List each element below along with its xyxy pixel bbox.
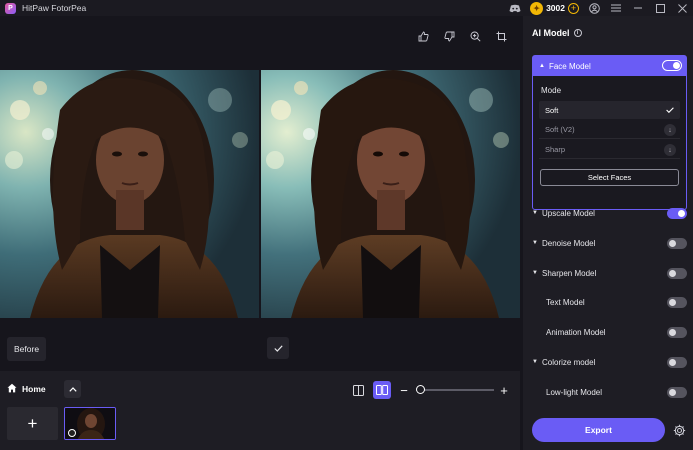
thumbs-up-icon[interactable] (410, 28, 436, 44)
export-button[interactable]: Export (532, 418, 665, 442)
checkmark-icon (273, 344, 283, 352)
upscale-model-toggle[interactable] (667, 208, 687, 219)
zoom-slider-handle[interactable] (416, 385, 425, 394)
model-row-text[interactable]: Text Model (532, 295, 687, 309)
add-image-button[interactable]: + (7, 407, 58, 440)
home-button[interactable]: Home (7, 380, 46, 398)
panel-title-text: AI Model (532, 28, 570, 38)
download-icon[interactable]: ↓ (664, 124, 676, 136)
title-bar: P HitPaw FotorPea ✦ 3002 + (0, 0, 693, 16)
model-row-sharpen[interactable]: ▼ Sharpen Model (532, 266, 687, 280)
model-label: Denoise Model (542, 238, 596, 248)
model-label: Text Model (546, 297, 585, 307)
info-icon[interactable]: i (573, 29, 582, 37)
preview-canvas: Before (0, 16, 520, 371)
title-bar-controls: ✦ 3002 + (504, 0, 693, 16)
mode-option-soft[interactable]: Soft (539, 101, 680, 119)
discord-icon[interactable] (504, 0, 526, 16)
close-icon[interactable] (671, 0, 693, 16)
preview-toolbar (410, 28, 514, 44)
before-image[interactable] (0, 70, 259, 318)
colorize-model-toggle[interactable] (667, 357, 687, 368)
minimize-icon[interactable] (627, 0, 649, 16)
coin-count: 3002 (546, 3, 565, 13)
caret-down-icon: ▼ (532, 240, 538, 246)
home-icon (7, 383, 17, 395)
bottom-bar: Home − + + (0, 371, 520, 450)
ai-model-panel: AI Model i ▲ Face Model Mode Soft Soft (… (523, 16, 693, 450)
thumbnail-status-icon (68, 429, 76, 437)
coin-icon: ✦ (530, 1, 544, 15)
mode-label: Mode (541, 86, 562, 95)
image-thumbnail[interactable] (64, 407, 116, 440)
mode-option-soft-v2[interactable]: Soft (V2) ↓ (539, 121, 680, 139)
account-icon[interactable] (583, 0, 605, 16)
checkmark-icon (664, 104, 676, 116)
apply-button[interactable] (267, 337, 289, 359)
download-icon[interactable]: ↓ (664, 144, 676, 156)
zoom-out-button[interactable]: − (398, 382, 410, 398)
face-model-toggle[interactable] (662, 60, 682, 71)
text-model-toggle[interactable] (667, 297, 687, 308)
model-label: Upscale Model (542, 208, 595, 218)
zoom-slider-track[interactable] (416, 389, 494, 391)
gear-icon (673, 424, 685, 436)
face-model-header[interactable]: ▲ Face Model (533, 56, 686, 76)
app-title: HitPaw FotorPea (22, 3, 87, 13)
model-row-upscale[interactable]: ▼ Upscale Model (532, 206, 687, 220)
caret-down-icon: ▼ (532, 359, 538, 365)
maximize-icon[interactable] (649, 0, 671, 16)
coin-balance[interactable]: ✦ 3002 + (530, 1, 579, 15)
model-row-low-light[interactable]: Low-light Model (532, 385, 687, 399)
caret-down-icon: ▼ (532, 270, 538, 276)
home-label: Home (22, 384, 46, 394)
before-toggle-button[interactable]: Before (7, 337, 47, 361)
face-model-label: Face Model (548, 61, 591, 71)
split-view-icon (376, 385, 388, 395)
face-model-card: ▲ Face Model Mode Soft Soft (V2) ↓ Sharp… (532, 55, 687, 210)
model-label: Low-light Model (546, 387, 603, 397)
denoise-model-toggle[interactable] (667, 238, 687, 249)
caret-up-icon: ▲ (539, 63, 545, 69)
add-coins-icon[interactable]: + (568, 2, 579, 14)
model-label: Colorize model (542, 357, 596, 367)
zoom-in-button[interactable]: + (498, 382, 510, 398)
menu-icon[interactable] (605, 0, 627, 16)
zoom-in-icon[interactable] (462, 28, 488, 44)
thumbs-down-icon[interactable] (436, 28, 462, 44)
model-row-colorize[interactable]: ▼ Colorize model (532, 355, 687, 369)
settings-button[interactable] (671, 422, 687, 438)
single-view-icon (352, 384, 364, 396)
model-row-denoise[interactable]: ▼ Denoise Model (532, 236, 687, 250)
model-label: Animation Model (546, 327, 606, 337)
mode-option-sharp[interactable]: Sharp ↓ (539, 141, 680, 159)
model-label: Sharpen Model (542, 268, 597, 278)
app-window: P HitPaw FotorPea ✦ 3002 + Before Home −… (0, 0, 693, 450)
model-row-animation[interactable]: Animation Model (532, 325, 687, 339)
collapse-tray-button[interactable] (64, 380, 81, 398)
panel-title: AI Model i (532, 28, 582, 38)
app-logo: P (5, 2, 16, 14)
caret-down-icon: ▼ (532, 210, 538, 216)
select-faces-button[interactable]: Select Faces (540, 169, 679, 186)
after-image[interactable] (261, 70, 520, 318)
low-light-model-toggle[interactable] (667, 387, 687, 398)
sharpen-model-toggle[interactable] (667, 268, 687, 279)
split-view-button[interactable] (373, 381, 391, 399)
animation-model-toggle[interactable] (667, 327, 687, 338)
crop-icon[interactable] (488, 28, 514, 44)
single-view-button[interactable] (350, 382, 366, 398)
chevron-up-icon (68, 386, 77, 392)
